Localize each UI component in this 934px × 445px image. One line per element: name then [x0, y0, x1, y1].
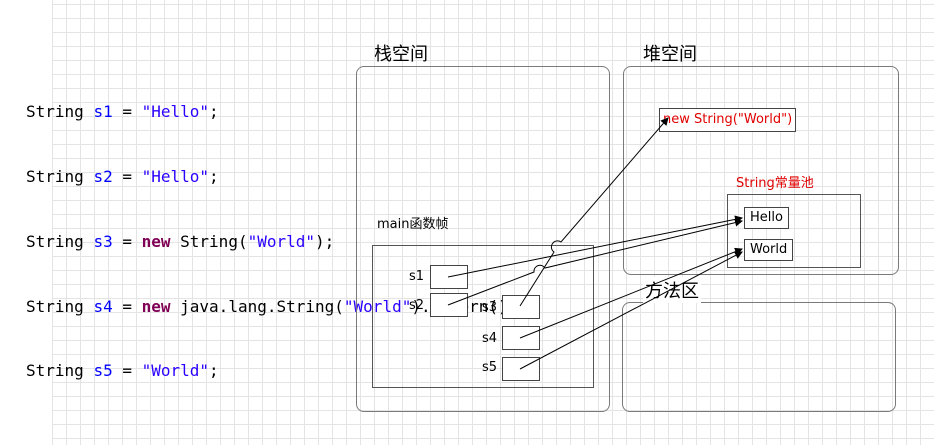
method-area-title: 方法区: [643, 277, 701, 303]
code-variable: s3: [93, 231, 113, 251]
code-type: String: [26, 166, 84, 186]
code-string: "Hello": [141, 102, 210, 122]
slot-label-s1: s1: [409, 269, 425, 284]
code-string: "World": [247, 231, 316, 251]
slot-s4: [502, 326, 540, 350]
code-type: String: [26, 296, 84, 316]
code-string: "Hello": [141, 166, 210, 186]
code-tail: );: [315, 231, 335, 251]
slot-s2: [430, 293, 468, 317]
code-type: String: [26, 102, 84, 122]
code-variable: s2: [93, 166, 113, 186]
slot-s3: [502, 295, 540, 319]
stack-title: 栈空间: [374, 44, 428, 65]
heap-string-object: new String("World"): [659, 108, 797, 132]
code-operator: =: [112, 102, 142, 122]
slot-label-s5: s5: [482, 360, 498, 375]
code-type: String: [26, 231, 84, 251]
main-frame-title: main函数帧: [377, 217, 449, 232]
slot-s1: [430, 265, 468, 289]
code-keyword: new: [141, 296, 171, 316]
code-operator: =: [112, 296, 142, 316]
code-constructor: String(: [170, 231, 248, 251]
code-variable: s1: [93, 102, 113, 122]
slot-s5: [502, 357, 540, 381]
heap-title: 堆空间: [643, 44, 697, 65]
code-type: String: [26, 361, 84, 381]
code-keyword: new: [141, 231, 171, 251]
code-tail: ;: [209, 102, 219, 122]
code-constructor: java.lang.String(: [170, 296, 344, 316]
code-tail: ;: [209, 361, 219, 381]
slot-label-s4: s4: [482, 331, 498, 346]
code-operator: =: [112, 166, 142, 186]
code-operator: =: [112, 361, 142, 381]
string-pool-label: String常量池: [736, 176, 814, 191]
code-operator: =: [112, 231, 142, 251]
pool-item-hello: Hello: [744, 207, 789, 229]
slot-label-s2: s2: [409, 298, 425, 313]
slot-label-s3: s3: [482, 300, 498, 315]
code-variable: s4: [93, 296, 113, 316]
pool-item-world: World: [744, 239, 794, 261]
code-string: "World": [141, 361, 210, 381]
code-tail: ;: [209, 166, 219, 186]
method-area-region: [622, 302, 896, 412]
code-variable: s5: [93, 361, 113, 381]
